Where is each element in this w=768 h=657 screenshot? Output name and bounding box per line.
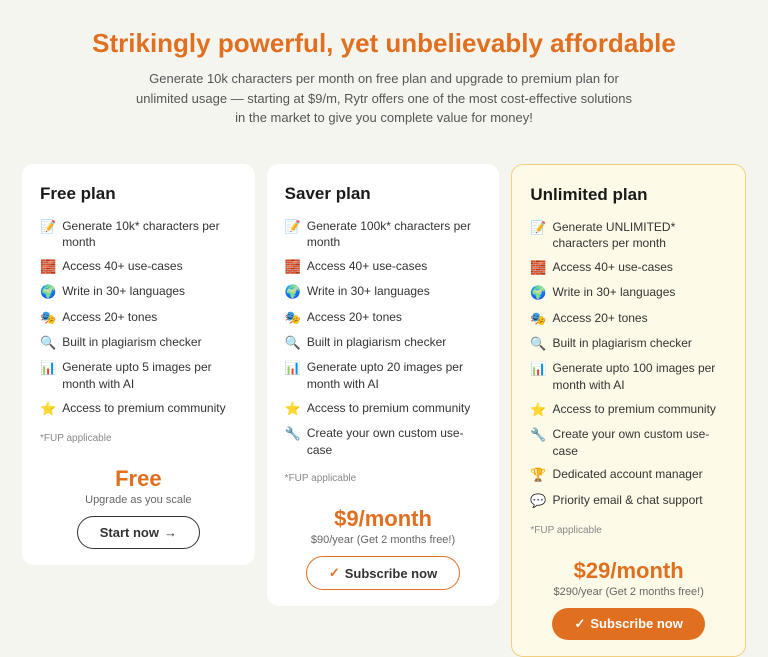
feature-icon: 🔍 xyxy=(40,334,56,352)
free-plan-fup: *FUP applicable xyxy=(40,433,237,444)
page-title: Strikingly powerful, yet unbelievably af… xyxy=(60,28,708,59)
list-item: 🏆Dedicated account manager xyxy=(530,466,727,484)
saver-plan-price-sub: $90/year (Get 2 months free!) xyxy=(285,534,482,546)
free-plan: Free plan 📝Generate 10k* characters per … xyxy=(22,164,255,565)
feature-icon: 📊 xyxy=(530,360,546,378)
list-item: 🎭Access 20+ tones xyxy=(530,310,727,328)
page-header: Strikingly powerful, yet unbelievably af… xyxy=(0,0,768,148)
list-item: ⭐Access to premium community xyxy=(530,401,727,419)
list-item: 🔧Create your own custom use-case xyxy=(530,426,727,460)
feature-icon: 🌍 xyxy=(40,283,56,301)
free-plan-features: 📝Generate 10k* characters per month 🧱Acc… xyxy=(40,218,237,425)
free-plan-price-sub: Upgrade as you scale xyxy=(40,494,237,506)
list-item: 🔧Create your own custom use-case xyxy=(285,425,482,459)
free-plan-footer: Free Upgrade as you scale Start now → xyxy=(40,454,237,549)
check-icon: ✓ xyxy=(329,565,340,581)
saver-plan-cta[interactable]: ✓ Subscribe now xyxy=(306,556,460,590)
feature-icon: 📊 xyxy=(40,359,56,377)
check-icon: ✓ xyxy=(574,616,585,632)
feature-icon: 🎭 xyxy=(285,309,301,327)
feature-icon: 🧱 xyxy=(285,258,301,276)
list-item: ⭐Access to premium community xyxy=(40,400,237,418)
saver-plan-price: $9/month xyxy=(285,506,482,532)
unlimited-plan-footer: $29/month $290/year (Get 2 months free!)… xyxy=(530,546,727,640)
list-item: 🎭Access 20+ tones xyxy=(285,309,482,327)
list-item: 📊Generate upto 20 images per month with … xyxy=(285,359,482,393)
unlimited-plan-features: 📝Generate UNLIMITED* characters per mont… xyxy=(530,219,727,517)
list-item: 🌍Write in 30+ languages xyxy=(285,283,482,301)
unlimited-plan-price-sub: $290/year (Get 2 months free!) xyxy=(530,586,727,598)
feature-icon: 🔧 xyxy=(285,425,301,443)
list-item: 📊Generate upto 5 images per month with A… xyxy=(40,359,237,393)
feature-icon: 🧱 xyxy=(40,258,56,276)
list-item: 📝Generate 10k* characters per month xyxy=(40,218,237,252)
list-item: 🔍Built in plagiarism checker xyxy=(285,334,482,352)
page-subtitle: Generate 10k characters per month on fre… xyxy=(134,69,634,128)
list-item: 🔍Built in plagiarism checker xyxy=(530,335,727,353)
feature-icon: 🎭 xyxy=(530,310,546,328)
list-item: ⭐Access to premium community xyxy=(285,400,482,418)
unlimited-plan-cta[interactable]: ✓ Subscribe now xyxy=(552,608,704,640)
list-item: 🌍Write in 30+ languages xyxy=(530,284,727,302)
list-item: 💬Priority email & chat support xyxy=(530,492,727,510)
feature-icon: 📝 xyxy=(285,218,301,236)
feature-icon: 🌍 xyxy=(530,284,546,302)
list-item: 🔍Built in plagiarism checker xyxy=(40,334,237,352)
feature-icon: ⭐ xyxy=(530,401,546,419)
feature-icon: 📊 xyxy=(285,359,301,377)
feature-icon: 🧱 xyxy=(530,259,546,277)
feature-icon: 💬 xyxy=(530,492,546,510)
free-plan-cta[interactable]: Start now → xyxy=(77,516,200,549)
unlimited-plan: Unlimited plan 📝Generate UNLIMITED* char… xyxy=(511,164,746,657)
list-item: 🌍Write in 30+ languages xyxy=(40,283,237,301)
list-item: 🎭Access 20+ tones xyxy=(40,309,237,327)
saver-plan-fup: *FUP applicable xyxy=(285,473,482,484)
free-plan-price: Free xyxy=(40,466,237,492)
list-item: 🧱Access 40+ use-cases xyxy=(530,259,727,277)
plans-container: Free plan 📝Generate 10k* characters per … xyxy=(0,148,768,657)
unlimited-plan-price: $29/month xyxy=(530,558,727,584)
feature-icon: 🎭 xyxy=(40,309,56,327)
list-item: 📊Generate upto 100 images per month with… xyxy=(530,360,727,394)
feature-icon: ⭐ xyxy=(285,400,301,418)
saver-plan-title: Saver plan xyxy=(285,184,482,204)
feature-icon: 🌍 xyxy=(285,283,301,301)
list-item: 🧱Access 40+ use-cases xyxy=(40,258,237,276)
arrow-icon: → xyxy=(164,525,177,540)
unlimited-plan-title: Unlimited plan xyxy=(530,185,727,205)
list-item: 📝Generate 100k* characters per month xyxy=(285,218,482,252)
feature-icon: 📝 xyxy=(40,218,56,236)
feature-icon: 🔍 xyxy=(530,335,546,353)
feature-icon: ⭐ xyxy=(40,400,56,418)
feature-icon: 📝 xyxy=(530,219,546,237)
saver-plan: Saver plan 📝Generate 100k* characters pe… xyxy=(267,164,500,607)
feature-icon: 🔍 xyxy=(285,334,301,352)
list-item: 🧱Access 40+ use-cases xyxy=(285,258,482,276)
saver-plan-features: 📝Generate 100k* characters per month 🧱Ac… xyxy=(285,218,482,466)
saver-plan-footer: $9/month $90/year (Get 2 months free!) ✓… xyxy=(285,494,482,590)
free-plan-title: Free plan xyxy=(40,184,237,204)
unlimited-plan-fup: *FUP applicable xyxy=(530,525,727,536)
feature-icon: 🔧 xyxy=(530,426,546,444)
feature-icon: 🏆 xyxy=(530,466,546,484)
list-item: 📝Generate UNLIMITED* characters per mont… xyxy=(530,219,727,253)
